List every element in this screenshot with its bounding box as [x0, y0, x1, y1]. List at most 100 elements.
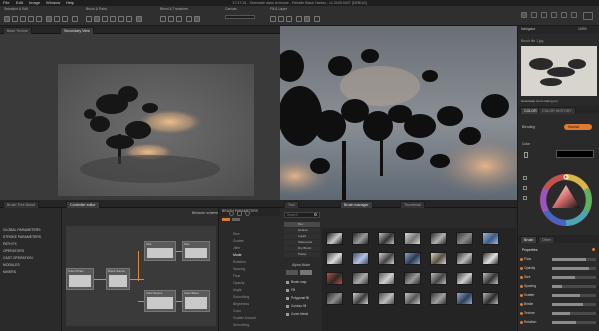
brush-param-item[interactable]: Smoothing [233, 323, 249, 327]
brush-category[interactable]: Pen [284, 222, 320, 227]
brush-preset-swatch[interactable] [326, 252, 343, 265]
property-slider[interactable] [552, 276, 596, 279]
toolbar-tool-icon[interactable] [46, 16, 52, 22]
navigator-thumbnail[interactable] [521, 46, 597, 96]
property-slider[interactable] [552, 294, 596, 297]
brush-param-item[interactable]: Jitter [233, 246, 240, 250]
checkbox-icon[interactable] [286, 296, 289, 300]
brush-preset-swatch[interactable] [378, 272, 395, 285]
toolbar-tool-icon[interactable] [4, 16, 10, 22]
property-slider[interactable] [552, 267, 596, 270]
property-slider[interactable] [552, 303, 596, 306]
properties-accent[interactable] [592, 248, 595, 251]
option-checkbox[interactable]: Fill [286, 288, 295, 292]
toolbar-tool-icon[interactable] [304, 16, 310, 22]
graph-node[interactable]: Brush Source [106, 268, 130, 290]
fill-tool-icon[interactable] [561, 12, 567, 18]
property-slider[interactable] [552, 285, 596, 288]
brush-category[interactable]: Dry Brush [284, 246, 320, 251]
tree-item[interactable]: MODULES [3, 263, 20, 267]
property-slider-row[interactable]: Rotation [520, 319, 599, 326]
brush-param-item[interactable]: Color [233, 309, 241, 313]
toolbar-tool-icon[interactable] [110, 16, 116, 22]
graph-node[interactable]: Color Blend [182, 290, 210, 312]
brush-param-item[interactable]: Opacity [233, 281, 245, 285]
brush-param-item[interactable]: Flow [233, 274, 240, 278]
toolbar-tool-icon[interactable] [160, 16, 166, 22]
texture-viewport[interactable] [0, 34, 280, 200]
tree-item[interactable]: PATH FX [3, 242, 17, 246]
property-slider[interactable] [552, 258, 596, 261]
checkbox-icon[interactable] [286, 312, 289, 316]
option-checkbox[interactable]: Brush map [286, 280, 306, 284]
toolbar-tool-icon[interactable] [72, 16, 78, 22]
brush-preset-swatch[interactable] [430, 292, 447, 305]
brush-param-item[interactable]: Scatter [233, 239, 244, 243]
graph-node[interactable]: Color Source [144, 290, 176, 312]
tree-item[interactable]: STROKE PARAMETERS [3, 235, 41, 239]
alpha-mode-a[interactable] [286, 270, 298, 275]
search-icon[interactable] [314, 213, 317, 216]
brush-preset-swatch[interactable] [326, 232, 343, 245]
current-color-swatch[interactable] [556, 150, 594, 158]
property-slider-row[interactable]: Scatter [520, 292, 599, 299]
property-slider-row[interactable]: Bristle [520, 301, 599, 308]
brush-param-item[interactable]: Brightness [233, 302, 249, 306]
option-checkbox[interactable]: Contour fill [286, 304, 306, 308]
brush-preset-swatch[interactable] [404, 272, 421, 285]
toolbar-tool-icon[interactable] [36, 16, 42, 22]
brush-preset-swatch[interactable] [404, 252, 421, 265]
brush-preset-swatch[interactable] [404, 292, 421, 305]
gear-icon[interactable] [583, 12, 593, 20]
param-toggle-2[interactable] [232, 218, 240, 221]
tab-base-texture[interactable]: Base Texture [3, 27, 32, 34]
brush-param-item[interactable]: Scatter Amount [233, 316, 256, 320]
tab-controller-editor[interactable]: Controller editor [66, 201, 100, 208]
brush-preset-swatch[interactable] [378, 232, 395, 245]
toolbar-tool-icon[interactable] [136, 16, 142, 22]
brush-preset-swatch[interactable] [430, 252, 447, 265]
brush-param-item[interactable]: Size [233, 232, 240, 236]
brush-preset-swatch[interactable] [430, 232, 447, 245]
toolbar-tool-icon[interactable] [12, 16, 18, 22]
property-slider[interactable] [552, 321, 596, 324]
layer-icon[interactable] [571, 12, 577, 18]
graph-node[interactable]: Size [182, 241, 210, 261]
node-editor[interactable]: Behavior scheme Color Printer Brush Sourc… [62, 208, 218, 331]
brush-preset-swatch[interactable] [404, 232, 421, 245]
graph-node[interactable]: Color Printer [66, 268, 94, 290]
brush-preset-swatch[interactable] [352, 292, 369, 305]
brush-preset-swatch[interactable] [378, 252, 395, 265]
toolbar-tool-icon[interactable] [296, 16, 302, 22]
brush-preset-swatch[interactable] [482, 272, 499, 285]
brush-param-item[interactable]: Mode [233, 253, 241, 257]
color-option-icon-1[interactable] [523, 176, 527, 180]
toolbar-tool-icon[interactable] [314, 16, 320, 22]
toolbar-tool-icon[interactable] [62, 16, 68, 22]
option-checkbox[interactable]: Cover blend [286, 312, 308, 316]
toolbar-tool-icon[interactable] [186, 16, 192, 22]
tab-tool[interactable]: Tool [284, 201, 299, 208]
tab-other[interactable]: Other [538, 236, 555, 243]
gear-icon[interactable] [229, 211, 234, 216]
tab-brush-manager[interactable]: Brush manager [340, 201, 373, 208]
toolbar-tool-icon[interactable] [118, 16, 124, 22]
brush-preset-swatch[interactable] [352, 252, 369, 265]
main-canvas[interactable] [280, 26, 517, 200]
toolbar-tool-icon[interactable] [102, 16, 108, 22]
brush-preset-swatch[interactable] [352, 272, 369, 285]
tab-color-history[interactable]: COLOR HISTORY [538, 107, 576, 114]
brush-preset-swatch[interactable] [430, 272, 447, 285]
alpha-mode-b[interactable] [300, 270, 312, 275]
option-checkbox[interactable]: Polygonal fill [286, 296, 309, 300]
brush-param-item[interactable]: Spacing [233, 267, 245, 271]
info-icon[interactable] [245, 211, 250, 216]
checkbox-icon[interactable] [286, 280, 289, 284]
tab-brush[interactable]: Brush [520, 236, 538, 243]
brush-icon[interactable] [521, 12, 527, 18]
toolbar-tool-icon[interactable] [86, 16, 92, 22]
brush-preset-swatch[interactable] [352, 232, 369, 245]
brush-preset-swatch[interactable] [456, 292, 473, 305]
property-slider[interactable] [552, 312, 596, 315]
zoom-level[interactable]: 100% [578, 27, 587, 31]
